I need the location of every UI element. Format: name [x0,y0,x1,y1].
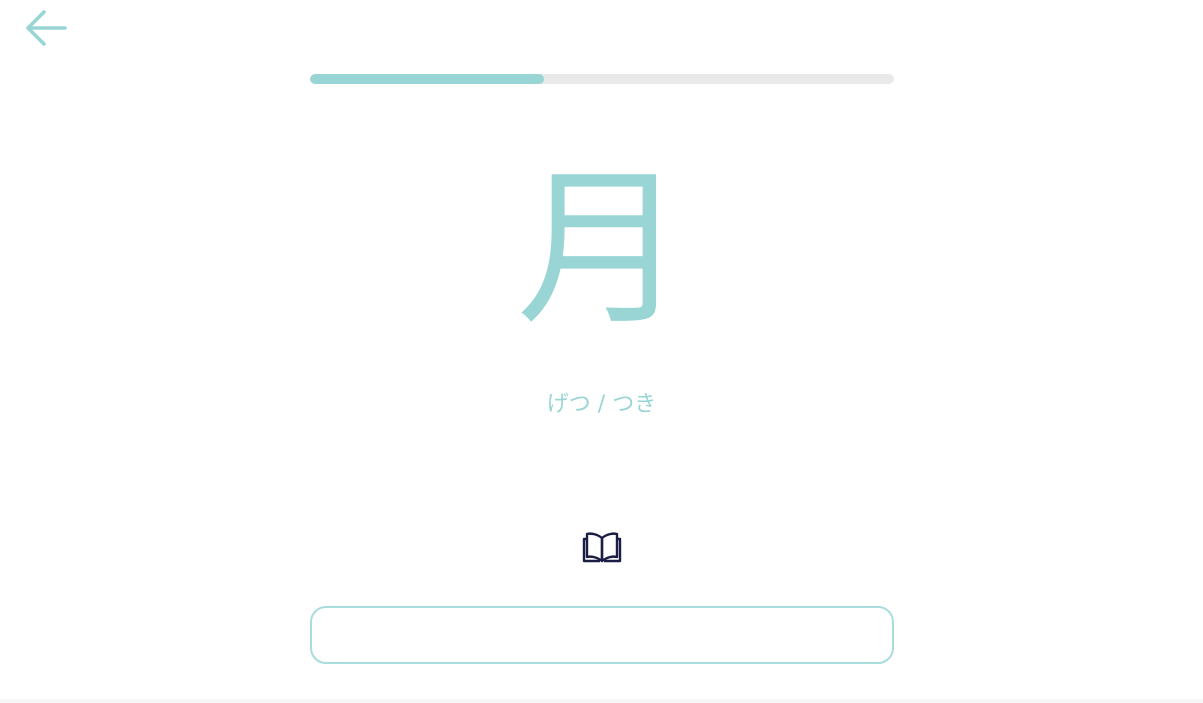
reference-button[interactable] [580,530,624,568]
flashcard-page: 月 げつ / つき [0,0,1203,703]
kanji-character: 月 [516,151,687,349]
progress-bar-fill [310,74,544,84]
progress-bar [310,74,894,84]
arrow-left-icon [23,8,69,52]
open-book-icon [582,530,622,568]
answer-input[interactable] [310,606,894,664]
back-button[interactable] [20,8,72,52]
bottom-divider [0,699,1203,703]
kanji-reading: げつ / つき [546,392,657,417]
